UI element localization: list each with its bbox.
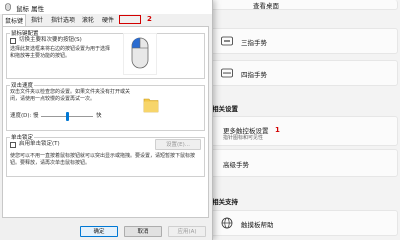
settings-item-label: 查看桌面 [253, 2, 279, 10]
button-config-description: 选择此复选框来将右边的按钮设置为用于选择和拖放等主要功能的按钮。 [10, 46, 111, 59]
ok-button[interactable]: 确定 [80, 226, 118, 237]
settings-item-label: 四指手势 [241, 71, 267, 79]
related-support-header: 相关支持 [212, 198, 238, 206]
settings-item-subtitle: 指针图标和可见性 [223, 135, 264, 141]
annotation-1: 1 [275, 126, 280, 134]
settings-item-label: 触摸板帮助 [241, 221, 274, 229]
group-legend: 双击速度 [11, 83, 34, 89]
checkbox-label: 切换主要和次要的按钮(S) [19, 37, 82, 43]
tab-hardware[interactable]: 硬件 [99, 16, 117, 26]
settings-item-label: 三指手势 [241, 39, 267, 47]
slow-label: 慢 [33, 113, 39, 119]
tab-pointers[interactable]: 指针 [28, 16, 46, 26]
group-legend: 单击锁定 [11, 135, 34, 141]
dialog-tabs: 鼠标键 指针 指针选项 滚轮 硬件 2 [2, 14, 210, 28]
tab-pointer-options[interactable]: 指针选项 [49, 16, 77, 26]
settings-item-touchpad-help[interactable]: 触摸板帮助 [210, 210, 398, 236]
tab-highlighted-empty[interactable] [119, 15, 141, 24]
checkbox-label: 启用单击锁定(T) [19, 141, 60, 147]
tab-wheel[interactable]: 滚轮 [79, 16, 97, 26]
dialog-title: 鼠标 属性 [16, 5, 45, 13]
globe-icon [221, 217, 233, 229]
group-legend: 鼠标键配置 [11, 31, 39, 37]
click-lock-checkbox[interactable] [10, 142, 16, 148]
settings-item-advanced-gestures[interactable]: 高级手势 [210, 149, 398, 177]
settings-item-three-finger[interactable]: 三指手势 [210, 28, 398, 54]
speed-label: 速度(D): [10, 113, 32, 119]
test-folder-icon[interactable] [143, 95, 159, 113]
mouse-illustration-icon [131, 37, 149, 69]
settings-item-four-finger[interactable]: 四指手势 [210, 60, 398, 86]
mouse-icon [5, 3, 11, 11]
annotation-2: 2 [147, 15, 152, 23]
double-click-description: 双击文件夹以检查您的设置。如果文件夹没有打开或关闭，请使用一点较慢的设置再试一次… [10, 89, 131, 102]
mouse-preview [123, 33, 157, 75]
switch-buttons-checkbox[interactable] [10, 38, 16, 44]
settings-item-label: 高级手势 [223, 161, 249, 169]
apply-button[interactable]: 应用(A) [168, 226, 206, 237]
fast-label: 快 [96, 113, 102, 119]
mouse-properties-dialog: 鼠标 属性 鼠标键 指针 指针选项 滚轮 硬件 2 鼠标键配置 切换主要和次要的… [0, 0, 213, 240]
click-lock-description: 使您可以不用一直按着鼠标按钮就可以突出显示或拖拽。要设置，请短暂按下鼠标按钮。要… [10, 153, 196, 166]
related-settings-header: 相关设置 [212, 105, 238, 113]
settings-item-show-desktop[interactable]: 查看桌面 [210, 0, 398, 10]
dialog-titlebar[interactable]: 鼠标 属性 [0, 0, 212, 14]
tab-panel: 鼠标键配置 切换主要和次要的按钮(S) 选择此复选框来将右边的按钮设置为用于选择… [2, 26, 209, 218]
four-finger-gesture-icon [221, 68, 233, 78]
settings-item-more-touchpad[interactable]: 更多触控板设置 指针图标和可见性 1 [210, 116, 398, 146]
speed-slider-thumb[interactable] [65, 112, 69, 121]
three-finger-gesture-icon [221, 36, 233, 46]
click-lock-settings-button[interactable]: 设置(E)... [155, 139, 201, 150]
cancel-button[interactable]: 取消 [124, 226, 162, 237]
